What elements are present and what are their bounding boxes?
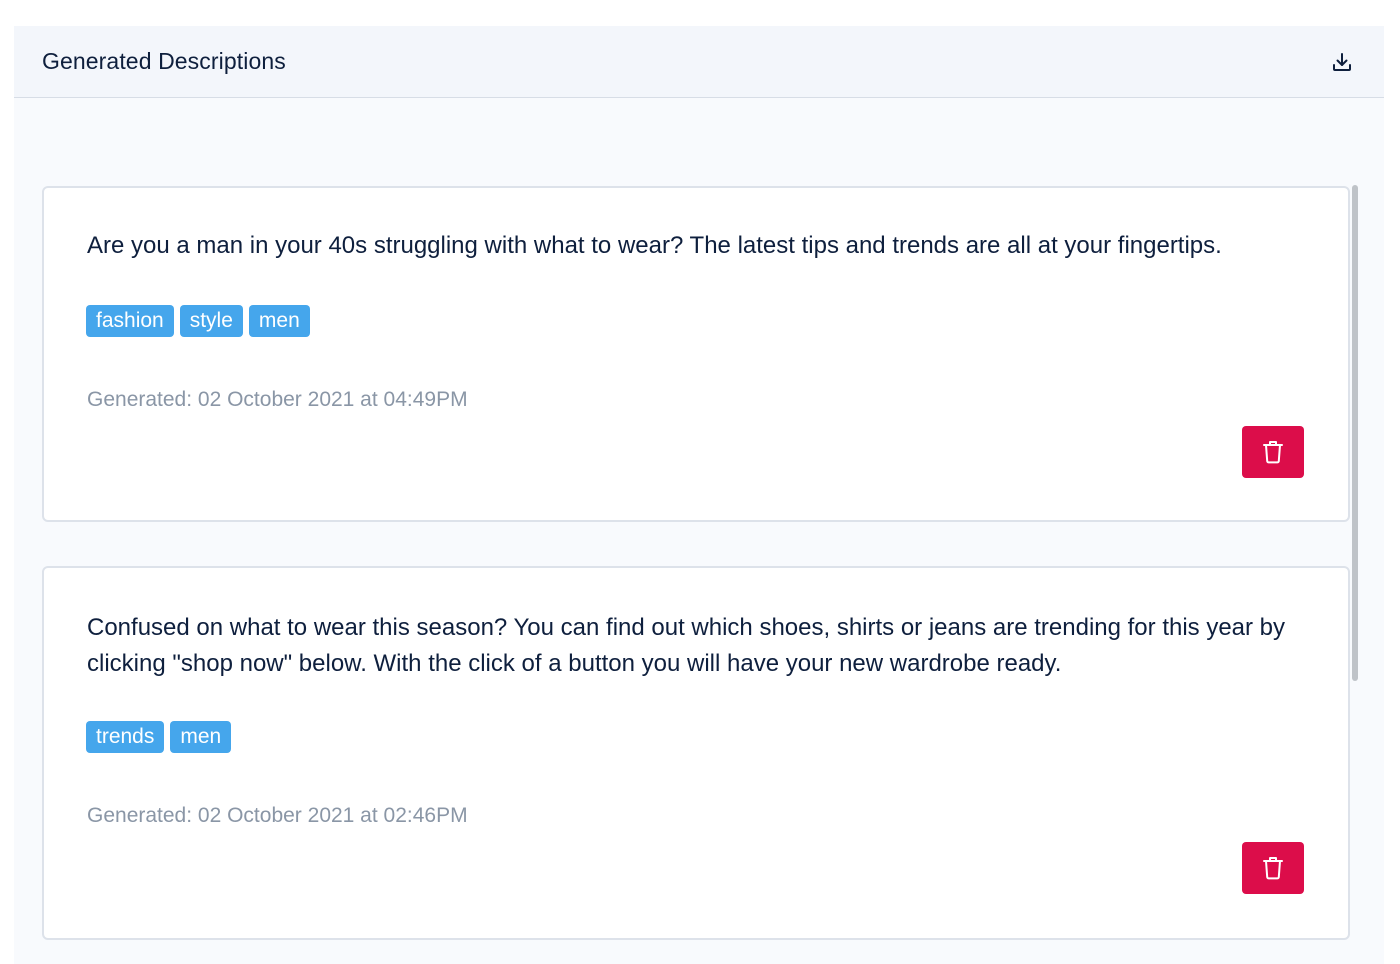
download-icon: [1333, 52, 1351, 71]
generated-timestamp: Generated: 02 October 2021 at 02:46PM: [87, 804, 468, 827]
tag-badge[interactable]: men: [248, 305, 310, 337]
descriptions-list[interactable]: Are you a man in your 40s struggling wit…: [14, 99, 1384, 964]
scrollbar-thumb[interactable]: [1352, 185, 1358, 681]
description-card: Are you a man in your 40s struggling wit…: [42, 186, 1350, 522]
tag-badge[interactable]: trends: [86, 721, 165, 753]
delete-button[interactable]: [1242, 426, 1304, 478]
tag-badge[interactable]: style: [179, 305, 243, 337]
tag-badge[interactable]: fashion: [86, 305, 174, 337]
description-text: Are you a man in your 40s struggling wit…: [87, 232, 1222, 259]
tag-badge[interactable]: men: [170, 721, 232, 753]
trash-icon: [1263, 441, 1283, 464]
panel-header: Generated Descriptions: [14, 26, 1384, 98]
description-text: Confused on what to wear this season? Yo…: [87, 614, 1286, 677]
download-button[interactable]: [1328, 48, 1356, 76]
panel-title: Generated Descriptions: [42, 48, 286, 74]
generated-descriptions-panel: Generated Descriptions Are you a man in …: [14, 26, 1384, 964]
delete-button[interactable]: [1242, 842, 1304, 894]
generated-timestamp: Generated: 02 October 2021 at 04:49PM: [87, 388, 468, 411]
tag-list: fashion style men: [86, 305, 310, 337]
description-card: Confused on what to wear this season? Yo…: [42, 566, 1350, 940]
tag-list: trends men: [86, 721, 232, 753]
trash-icon: [1263, 857, 1283, 880]
